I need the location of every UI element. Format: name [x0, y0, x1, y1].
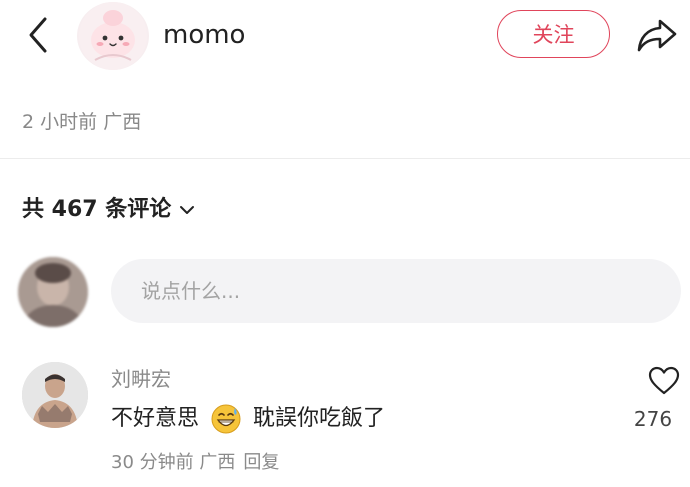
commenter-avatar[interactable] [22, 362, 88, 428]
reply-button[interactable]: 回复 [243, 448, 279, 478]
comment-count-toggle[interactable]: 共 467 条评论 [22, 192, 195, 228]
chevron-left-icon [29, 17, 47, 53]
cartoon-character-avatar [79, 2, 147, 70]
author-avatar[interactable] [77, 2, 149, 70]
current-user-avatar [18, 257, 88, 327]
comment-text-part: 耽誤你吃飯了 [253, 406, 386, 431]
comment-text: 不好意思 耽誤你吃飯了 [111, 401, 385, 437]
post-meta: 2 小时前 广西 [22, 108, 141, 136]
like-button[interactable] [646, 364, 682, 398]
post-location: 广西 [103, 111, 142, 133]
follow-button[interactable]: 关注 [497, 10, 610, 58]
heart-outline-icon [648, 366, 680, 395]
share-arrow-icon [637, 19, 677, 52]
comment-text-part: 不好意思 [111, 406, 200, 431]
grinning-sweat-emoji-icon [211, 404, 241, 434]
comment-location: 广西 [199, 452, 236, 473]
comment-time: 30 分钟前 [111, 452, 194, 473]
comment-count-label: 共 467 条评论 [22, 197, 172, 222]
commenter-name[interactable]: 刘畊宏 [111, 364, 171, 394]
comment-meta: 30 分钟前 广西 回复 [111, 448, 279, 478]
like-count: 276 [633, 407, 673, 431]
divider [0, 158, 690, 159]
post-time: 2 小时前 [22, 111, 98, 133]
back-button[interactable] [18, 12, 58, 58]
comment-input[interactable] [111, 259, 681, 323]
share-button[interactable] [634, 12, 680, 58]
author-name[interactable]: momo [163, 18, 245, 52]
chevron-down-icon [179, 204, 195, 216]
